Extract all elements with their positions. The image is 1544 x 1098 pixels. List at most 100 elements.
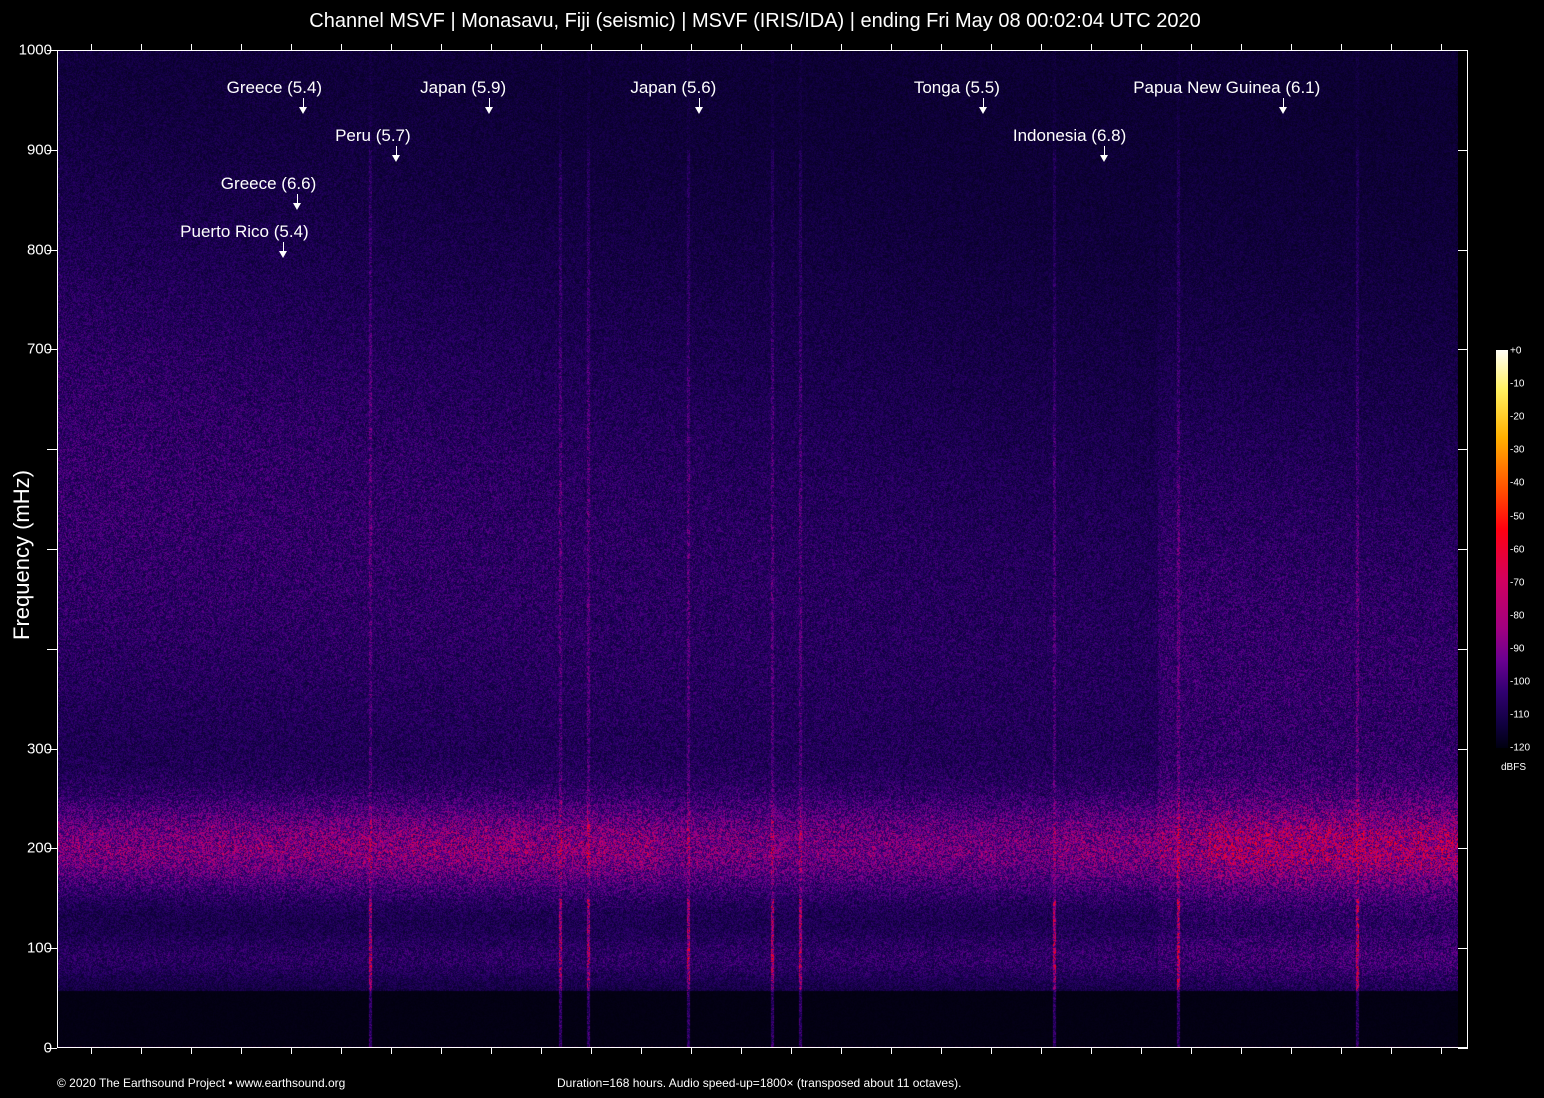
x-tick <box>141 1048 142 1054</box>
colorbar-label: -10 <box>1510 379 1524 390</box>
x-tick <box>591 1048 592 1054</box>
colorbar-label: -30 <box>1510 445 1524 456</box>
x-tick <box>991 1048 992 1054</box>
event-arrowhead <box>299 107 307 114</box>
x-tick <box>241 1048 242 1054</box>
event-label: Puerto Rico (5.4) <box>180 222 309 242</box>
event-label: Greece (5.4) <box>227 78 322 98</box>
x-tick-top <box>91 44 92 50</box>
event-arrowhead <box>695 107 703 114</box>
x-tick-top <box>491 44 492 50</box>
x-tick <box>641 1048 642 1054</box>
y-tick-right <box>1458 150 1468 151</box>
x-tick-top <box>1241 44 1242 50</box>
x-tick-top <box>341 44 342 50</box>
x-tick <box>91 1048 92 1054</box>
colorbar-label: +0 <box>1510 346 1521 357</box>
x-tick <box>841 1048 842 1054</box>
event-arrowhead <box>1100 155 1108 162</box>
y-tick-label: 200 <box>27 840 52 857</box>
colorbar-label: -100 <box>1510 677 1530 688</box>
y-tick-right <box>1458 549 1468 550</box>
event-arrowhead <box>392 155 400 162</box>
y-tick-label: 700 <box>27 341 52 358</box>
colorbar-label: -60 <box>1510 544 1524 555</box>
colorbar-label: -120 <box>1510 743 1530 754</box>
x-tick-top <box>441 44 442 50</box>
x-tick-top <box>1091 44 1092 50</box>
colorbar <box>1496 350 1508 748</box>
x-tick-top <box>191 44 192 50</box>
y-tick-label: 300 <box>27 740 52 757</box>
event-arrowhead <box>279 251 287 258</box>
y-tick <box>47 649 57 650</box>
event-arrowhead <box>293 203 301 210</box>
y-tick <box>47 549 57 550</box>
y-tick <box>47 449 57 450</box>
event-arrowhead <box>979 107 987 114</box>
x-tick <box>491 1048 492 1054</box>
x-tick <box>791 1048 792 1054</box>
event-label: Indonesia (6.8) <box>1013 126 1126 146</box>
x-tick <box>341 1048 342 1054</box>
footer-copyright: © 2020 The Earthsound Project • www.eart… <box>57 1076 345 1090</box>
event-label: Papua New Guinea (6.1) <box>1133 78 1320 98</box>
event-arrowhead <box>1279 107 1287 114</box>
y-tick-label: 100 <box>27 940 52 957</box>
x-tick-top <box>791 44 792 50</box>
x-tick <box>891 1048 892 1054</box>
y-tick-label: 0 <box>44 1040 52 1057</box>
event-label: Japan (5.6) <box>630 78 716 98</box>
x-tick-top <box>541 44 542 50</box>
y-tick-label: 800 <box>27 241 52 258</box>
x-tick-top <box>941 44 942 50</box>
x-tick-top <box>291 44 292 50</box>
colorbar-label: -70 <box>1510 577 1524 588</box>
x-tick-top <box>991 44 992 50</box>
y-tick-right <box>1458 1048 1468 1049</box>
x-tick-top <box>1191 44 1192 50</box>
x-tick-top <box>1341 44 1342 50</box>
x-tick <box>1391 1048 1392 1054</box>
x-tick-top <box>741 44 742 50</box>
x-tick-top <box>391 44 392 50</box>
x-tick-top <box>241 44 242 50</box>
x-tick <box>941 1048 942 1054</box>
x-tick-top <box>1391 44 1392 50</box>
x-tick <box>691 1048 692 1054</box>
y-tick-right <box>1458 349 1468 350</box>
chart-title: Channel MSVF | Monasavu, Fiji (seismic) … <box>0 10 1510 33</box>
y-tick-right <box>1458 449 1468 450</box>
colorbar-label: -20 <box>1510 412 1524 423</box>
event-label: Peru (5.7) <box>335 126 411 146</box>
x-tick-top <box>141 44 142 50</box>
x-tick <box>391 1048 392 1054</box>
x-tick <box>1341 1048 1342 1054</box>
colorbar-label: -50 <box>1510 511 1524 522</box>
y-tick-right <box>1458 50 1468 51</box>
x-tick <box>1191 1048 1192 1054</box>
y-tick-label: 900 <box>27 141 52 158</box>
x-tick <box>1091 1048 1092 1054</box>
x-tick <box>1241 1048 1242 1054</box>
colorbar-label: -90 <box>1510 643 1524 654</box>
colorbar-unit: dBFS <box>1501 762 1526 773</box>
x-tick <box>741 1048 742 1054</box>
x-tick <box>1441 1048 1442 1054</box>
x-tick-top <box>1291 44 1292 50</box>
x-tick-top <box>691 44 692 50</box>
x-tick <box>191 1048 192 1054</box>
x-tick-top <box>1041 44 1042 50</box>
y-tick-right <box>1458 649 1468 650</box>
colorbar-label: -110 <box>1510 710 1529 721</box>
y-tick-right <box>1458 749 1468 750</box>
x-tick <box>541 1048 542 1054</box>
event-arrowhead <box>485 107 493 114</box>
event-label: Japan (5.9) <box>420 78 506 98</box>
event-label: Greece (6.6) <box>221 174 316 194</box>
x-tick <box>1141 1048 1142 1054</box>
x-tick-top <box>641 44 642 50</box>
x-tick-top <box>1141 44 1142 50</box>
spectrogram <box>57 50 1458 1048</box>
x-tick-top <box>1441 44 1442 50</box>
